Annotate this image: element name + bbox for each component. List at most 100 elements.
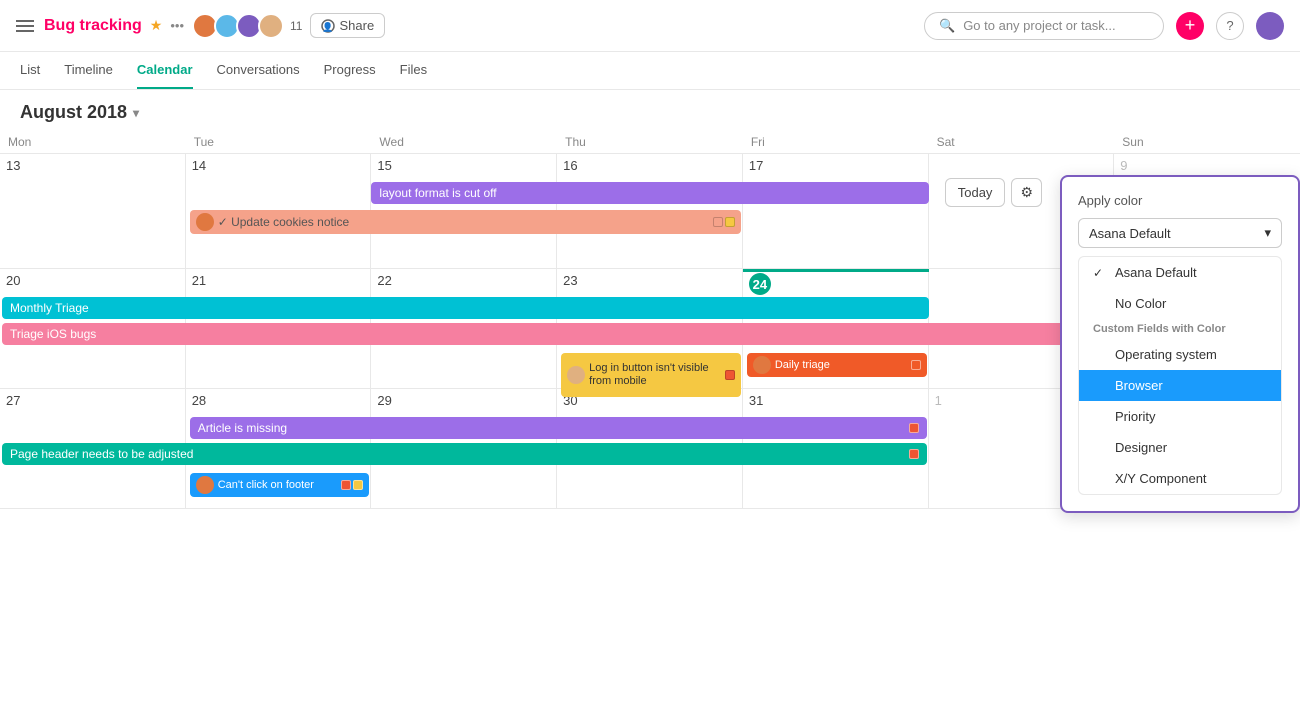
event-square	[713, 217, 723, 227]
calendar-area: August 2018 ▾ Today ⚙ Mon Tue Wed Thu Fr…	[0, 90, 1300, 728]
project-title[interactable]: Bug tracking	[44, 17, 142, 35]
day-number: 27	[6, 393, 179, 408]
hamburger-button[interactable]	[16, 16, 36, 36]
day-header-thu: Thu	[557, 131, 743, 153]
event-daily-triage[interactable]: Daily triage	[747, 353, 927, 377]
today-indicator	[743, 269, 929, 272]
today-button[interactable]: Today	[945, 178, 1006, 207]
menu-item-label: No Color	[1115, 296, 1166, 311]
cal-day-17: 17	[743, 154, 929, 268]
color-menu: ✓ Asana Default No Color Custom Fields w…	[1078, 256, 1282, 495]
topbar-right: 🔍 Go to any project or task... + ?	[924, 12, 1284, 40]
svg-text:👤: 👤	[323, 21, 334, 32]
event-square-red	[725, 370, 735, 380]
star-icon[interactable]: ★	[150, 17, 163, 34]
day-number-today: 24	[749, 273, 771, 295]
event-cant-click[interactable]: Can't click on footer	[190, 473, 370, 497]
event-avatar	[753, 356, 771, 374]
day-number: 21	[192, 273, 365, 288]
topbar-left: Bug tracking ★ ••• 11 👤 Share	[16, 13, 924, 39]
tab-progress[interactable]: Progress	[324, 52, 376, 89]
month-title[interactable]: August 2018 ▾	[20, 102, 139, 123]
menu-item-label: Priority	[1115, 409, 1155, 424]
month-label: August 2018	[20, 102, 127, 123]
cal-day-13: 13	[0, 154, 186, 268]
share-button[interactable]: 👤 Share	[310, 13, 385, 38]
event-login-button[interactable]: Log in button isn't visible from mobile	[561, 353, 741, 397]
menu-item-label: Browser	[1115, 378, 1163, 393]
event-layout-format[interactable]: layout format is cut off	[371, 182, 928, 204]
tab-list[interactable]: List	[20, 52, 40, 89]
color-select[interactable]: Asana Default ▾	[1078, 218, 1282, 248]
menu-item-label: Operating system	[1115, 347, 1217, 362]
day-header-fri: Fri	[743, 131, 929, 153]
day-number: 17	[749, 158, 922, 173]
day-header-sat: Sat	[929, 131, 1115, 153]
dropdown-item-designer[interactable]: Designer	[1079, 432, 1281, 463]
calendar-header: August 2018 ▾	[0, 90, 1300, 131]
event-square-yellow	[353, 480, 363, 490]
event-page-header[interactable]: Page header needs to be adjusted	[2, 443, 927, 465]
search-box[interactable]: 🔍 Go to any project or task...	[924, 12, 1164, 40]
day-header-sun: Sun	[1114, 131, 1300, 153]
share-icon: 👤	[321, 19, 335, 33]
search-icon: 🔍	[939, 18, 955, 34]
event-avatar	[567, 366, 585, 384]
day-header-mon: Mon	[0, 131, 186, 153]
day-headers: Mon Tue Wed Thu Fri Sat Sun	[0, 131, 1300, 154]
nav-tabs: List Timeline Calendar Conversations Pro…	[0, 52, 1300, 90]
tab-files[interactable]: Files	[400, 52, 427, 89]
user-avatar[interactable]	[1256, 12, 1284, 40]
day-number: 20	[6, 273, 179, 288]
color-dropdown-panel: Apply color Asana Default ▾ ✓ Asana Defa…	[1060, 175, 1300, 513]
filter-button[interactable]: ⚙	[1011, 178, 1042, 207]
event-square	[911, 360, 921, 370]
tab-timeline[interactable]: Timeline	[64, 52, 113, 89]
dropdown-item-asana-default[interactable]: ✓ Asana Default	[1079, 257, 1281, 288]
day-number: 23	[563, 273, 736, 288]
avatar[interactable]	[258, 13, 284, 39]
tab-calendar[interactable]: Calendar	[137, 52, 193, 89]
avatar-count: 11	[290, 19, 302, 33]
event-square-red	[341, 480, 351, 490]
menu-item-label: Asana Default	[1115, 265, 1197, 280]
dropdown-item-no-color[interactable]: No Color	[1079, 288, 1281, 319]
event-squares	[713, 217, 735, 227]
chevron-down-icon: ▾	[1264, 225, 1271, 241]
event-square-red	[909, 449, 919, 459]
menu-item-label: Designer	[1115, 440, 1167, 455]
more-options-icon[interactable]: •••	[170, 18, 184, 33]
event-article-missing[interactable]: Article is missing	[190, 417, 927, 439]
tab-conversations[interactable]: Conversations	[217, 52, 300, 89]
dropdown-section-label: Custom Fields with Color	[1079, 319, 1281, 339]
dropdown-item-browser[interactable]: Browser	[1079, 370, 1281, 401]
month-chevron-icon: ▾	[133, 106, 139, 120]
help-button[interactable]: ?	[1216, 12, 1244, 40]
add-button[interactable]: +	[1176, 12, 1204, 40]
event-square-red	[909, 423, 919, 433]
day-number: 9	[1120, 158, 1294, 173]
check-icon: ✓	[1093, 266, 1109, 280]
day-number: 29	[377, 393, 550, 408]
day-number: 28	[192, 393, 365, 408]
search-placeholder: Go to any project or task...	[963, 18, 1115, 33]
dropdown-item-priority[interactable]: Priority	[1079, 401, 1281, 432]
day-number: 13	[6, 158, 179, 173]
dropdown-item-xy-component[interactable]: X/Y Component	[1079, 463, 1281, 494]
apply-color-label: Apply color	[1078, 193, 1282, 208]
day-header-wed: Wed	[371, 131, 557, 153]
day-number: 22	[377, 273, 550, 288]
day-number: 14	[192, 158, 365, 173]
event-avatar	[196, 476, 214, 494]
share-label: Share	[339, 18, 374, 33]
event-monthly-triage[interactable]: Monthly Triage	[2, 297, 929, 319]
dropdown-item-operating-system[interactable]: Operating system	[1079, 339, 1281, 370]
member-avatars[interactable]: 11	[192, 13, 302, 39]
day-number: 31	[749, 393, 922, 408]
selected-value: Asana Default	[1089, 226, 1171, 241]
event-square-yellow	[725, 217, 735, 227]
day-number: 16	[563, 158, 736, 173]
day-header-tue: Tue	[186, 131, 372, 153]
event-update-cookies[interactable]: ✓ Update cookies notice	[190, 210, 741, 234]
event-avatar	[196, 213, 214, 231]
